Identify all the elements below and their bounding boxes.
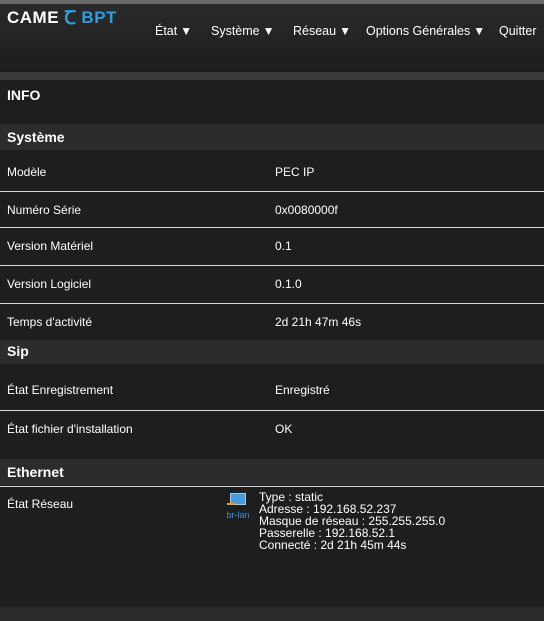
row-label: Modèle <box>7 165 47 179</box>
section-header-sip: Sip <box>0 340 544 364</box>
menu-reseau[interactable]: Réseau ▼ <box>293 24 351 38</box>
table-row: État fichier d'installation OK <box>0 411 544 447</box>
table-row: Version Logiciel 0.1.0 <box>0 266 544 302</box>
section-title: Système <box>7 129 65 145</box>
top-navigation-bar: CAME Ꞇ BPT État ▼ Système ▼ Réseau ▼ Option… <box>0 0 544 72</box>
computer-network-icon <box>227 493 246 505</box>
menu-options-generales-label: Options Générales <box>366 24 471 38</box>
ethernet-status-row: État Réseau br-lan Type : static Adresse… <box>0 487 544 607</box>
row-label: État fichier d'installation <box>7 422 133 436</box>
row-label: Version Matériel <box>7 239 94 253</box>
table-row: État Enregistrement Enregistré <box>0 372 544 408</box>
section-header-systeme: Système <box>0 124 544 150</box>
menu-reseau-label: Réseau <box>293 24 337 38</box>
table-row: Temps d'activité 2d 21h 47m 46s <box>0 304 544 340</box>
row-value: OK <box>275 422 293 436</box>
footer-strip <box>0 607 544 621</box>
section-title: Sip <box>7 343 29 359</box>
menu-systeme[interactable]: Système ▼ <box>211 24 275 38</box>
row-value: PEC IP <box>275 165 315 179</box>
row-label: Numéro Série <box>7 203 82 217</box>
row-label: État Réseau <box>7 497 74 511</box>
chevron-down-icon: ▼ <box>339 24 351 38</box>
row-label: État Enregistrement <box>7 383 114 397</box>
main-menu: État ▼ Système ▼ Réseau ▼ Options Générales… <box>0 24 544 42</box>
network-interface-button[interactable]: br-lan <box>218 493 258 520</box>
menu-etat[interactable]: État ▼ <box>155 24 192 38</box>
menu-options-generales[interactable]: Options Générales ▼ <box>366 24 485 38</box>
table-row: Numéro Série 0x0080000f <box>0 192 544 228</box>
interface-name: br-lan <box>226 510 250 520</box>
section-header-ethernet: Ethernet <box>0 459 544 485</box>
row-value: 0.1.0 <box>275 277 302 291</box>
info-panel: INFO Système Modèle PEC IP Numéro Série … <box>0 80 544 621</box>
menu-systeme-label: Système <box>211 24 260 38</box>
menu-etat-label: État <box>155 24 178 38</box>
row-label: Temps d'activité <box>7 315 92 329</box>
row-value: 0x0080000f <box>275 203 338 217</box>
row-value: 0.1 <box>275 239 292 253</box>
row-label: Version Logiciel <box>7 277 92 291</box>
chevron-down-icon: ▼ <box>262 24 275 38</box>
page-title: INFO <box>7 87 41 103</box>
network-connected: Connecté : 2d 21h 45m 44s <box>259 538 407 552</box>
network-details: Type : static Adresse : 192.168.52.237 M… <box>259 491 445 551</box>
table-row: Version Matériel 0.1 <box>0 228 544 264</box>
row-value: Enregistré <box>275 383 330 397</box>
chevron-down-icon: ▼ <box>473 24 486 38</box>
header-divider <box>0 72 544 80</box>
table-row: Modèle PEC IP <box>0 154 544 190</box>
chevron-down-icon: ▼ <box>180 24 193 38</box>
menu-quitter-label: Quitter <box>499 24 537 38</box>
section-title: Ethernet <box>7 464 64 480</box>
menu-quitter[interactable]: Quitter <box>499 24 537 38</box>
row-value: 2d 21h 47m 46s <box>275 315 362 329</box>
